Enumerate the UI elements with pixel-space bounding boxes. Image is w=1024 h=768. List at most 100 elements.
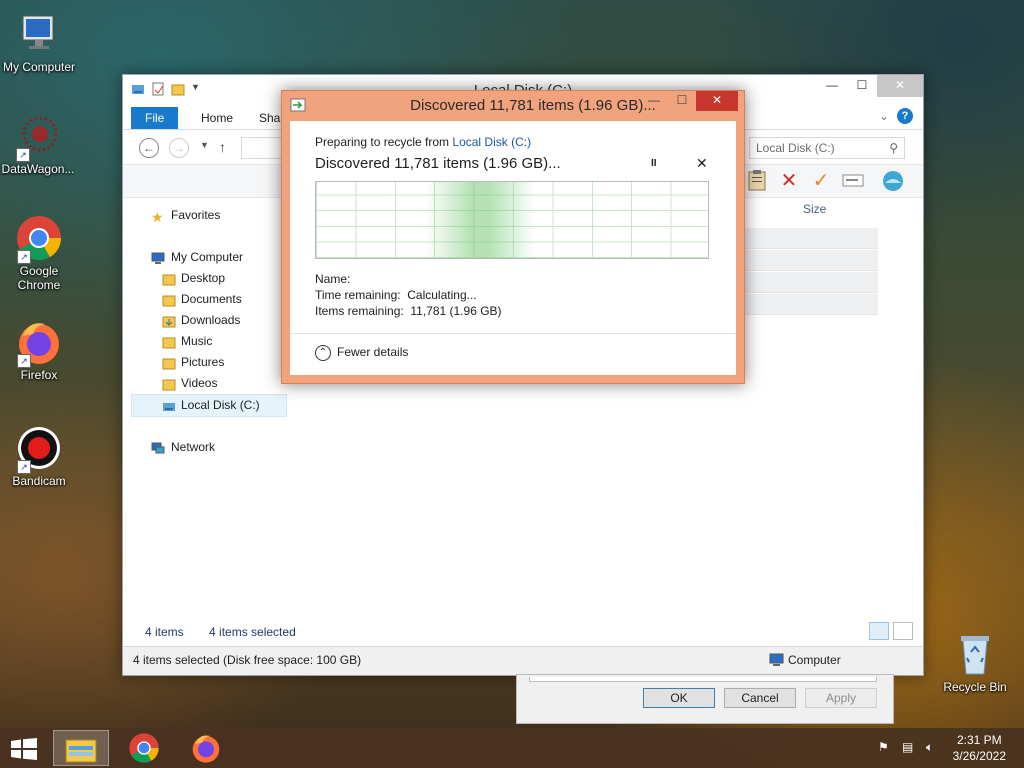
shortcut-arrow-icon: ↗	[17, 354, 31, 368]
progress-heading: Discovered 11,781 items (1.96 GB)...	[315, 155, 561, 172]
maximize-button[interactable]: ☐	[668, 91, 696, 111]
desktop-icon-label: Recycle Bin	[943, 680, 1007, 694]
view-buttons	[869, 622, 913, 640]
paste-icon[interactable]	[745, 169, 769, 193]
nav-label: Downloads	[181, 313, 241, 327]
clock[interactable]: 2:31 PM 3/26/2022	[953, 732, 1006, 764]
minimize-button[interactable]: —	[817, 75, 847, 97]
dialog-titlebar[interactable]: Discovered 11,781 items (1.96 GB)... — ☐…	[282, 91, 744, 119]
chrome-icon: ↗	[15, 214, 63, 264]
nav-my-computer[interactable]: My Computer	[131, 247, 291, 268]
taskbar-file-explorer[interactable]	[53, 730, 109, 766]
nav-favorites[interactable]: ★ Favorites	[131, 205, 291, 226]
search-input[interactable]: Local Disk (C:) ⚲	[749, 137, 905, 159]
taskbar-firefox[interactable]	[178, 730, 234, 766]
tab-home[interactable]: Home	[187, 107, 247, 129]
text-field	[529, 677, 877, 682]
status-bar: 4 items selected (Disk free space: 100 G…	[123, 646, 923, 675]
nav-videos[interactable]: Videos	[131, 373, 291, 394]
rename-icon[interactable]	[841, 169, 865, 193]
desktop-icon-label: Google Chrome	[17, 264, 61, 292]
minimize-button[interactable]: —	[640, 91, 668, 111]
table-row[interactable]	[745, 294, 878, 315]
fewer-details-label: Fewer details	[337, 345, 409, 360]
nav-label: My Computer	[171, 250, 244, 264]
chevron-up-icon: ⌃	[315, 345, 331, 361]
nav-label: Local Disk (C:)	[181, 398, 260, 412]
desktop-icon-bandicam[interactable]: ↗ Bandicam	[1, 424, 77, 488]
nav-desktop[interactable]: Desktop	[131, 268, 291, 289]
fewer-details-button[interactable]: ⌃ Fewer details	[315, 345, 408, 361]
desktop-icon-firefox[interactable]: ↗ Firefox	[1, 318, 77, 382]
folder-icon	[162, 335, 176, 349]
tab-file[interactable]: File	[131, 107, 179, 129]
start-button[interactable]	[10, 738, 38, 760]
clock-time: 2:31 PM	[956, 733, 1002, 747]
search-icon: ⚲	[889, 141, 898, 155]
nav-network[interactable]: Network	[131, 437, 291, 458]
recycle-bin-icon	[951, 630, 999, 678]
help-icon[interactable]: ?	[897, 108, 913, 124]
desktop-icon-chrome[interactable]: ↗ Google Chrome	[1, 214, 77, 292]
nav-label: Pictures	[181, 355, 225, 369]
nav-label: Desktop	[181, 271, 226, 285]
up-arrow-icon[interactable]: ↑	[219, 139, 226, 155]
computer-icon	[151, 251, 165, 264]
ok-button[interactable]: OK	[643, 688, 715, 708]
maximize-button[interactable]: ☐	[847, 75, 877, 97]
details-view-icon[interactable]	[869, 622, 889, 640]
recent-locations-icon[interactable]: ▼	[200, 140, 209, 150]
nav-downloads[interactable]: Downloads	[131, 310, 291, 331]
close-button[interactable]: ✕	[877, 75, 923, 97]
check-icon[interactable]: ✓	[809, 169, 833, 193]
network-status-icon[interactable]: ▤	[902, 740, 918, 756]
system-tray: ⚑ ▤ 🔈︎ 2:31 PM 3/26/2022	[864, 728, 1024, 768]
table-row[interactable]	[745, 228, 878, 249]
volume-muted-icon[interactable]: 🔈︎	[926, 740, 942, 756]
desktop-icon-my-computer[interactable]: My Computer	[1, 10, 77, 74]
table-row[interactable]	[745, 250, 878, 271]
nav-label: Videos	[181, 376, 218, 390]
table-row[interactable]	[745, 272, 878, 293]
forward-button[interactable]: →	[169, 138, 189, 158]
clock-date: 3/26/2022	[952, 749, 1006, 763]
close-button[interactable]: ✕	[696, 91, 738, 111]
delete-icon[interactable]: ✕	[777, 169, 801, 193]
taskbar-chrome[interactable]	[116, 730, 172, 766]
download-folder-icon	[162, 314, 176, 328]
address-bar[interactable]	[241, 137, 281, 159]
chevron-down-icon[interactable]: ⌄	[879, 109, 889, 123]
divider	[290, 333, 736, 334]
column-header-size[interactable]: Size	[803, 202, 826, 216]
pause-button[interactable]: II	[651, 158, 657, 169]
file-list	[745, 228, 878, 316]
recycle-progress-dialog[interactable]: Discovered 11,781 items (1.96 GB)... — ☐…	[281, 90, 745, 384]
computer-icon	[15, 10, 63, 58]
nav-label: Music	[181, 334, 213, 348]
nav-music[interactable]: Music	[131, 331, 291, 352]
large-icons-view-icon[interactable]	[893, 622, 913, 640]
status-text: 4 items selected (Disk free space: 100 G…	[133, 653, 362, 667]
star-icon: ★	[151, 209, 164, 225]
apply-button[interactable]: Apply	[805, 688, 877, 708]
items-remaining: Items remaining: 11,781 (1.96 GB)	[315, 304, 502, 318]
desktop-icon-label: Bandicam	[12, 474, 66, 488]
preparing-prefix: Preparing to recycle from	[315, 135, 453, 149]
windows-logo-icon	[11, 738, 37, 760]
source-link[interactable]: Local Disk (C:)	[452, 135, 531, 149]
network-icon	[151, 441, 165, 454]
status-line: 4 items 4 items selected	[145, 625, 296, 639]
nav-documents[interactable]: Documents	[131, 289, 291, 310]
datawagon-icon: ↗	[14, 112, 62, 162]
nav-local-disk[interactable]: Local Disk (C:)	[131, 394, 287, 417]
stop-button[interactable]: ✕	[696, 155, 708, 172]
desktop-icon-recycle-bin[interactable]: Recycle Bin	[937, 630, 1013, 694]
folder-icon	[162, 272, 176, 286]
cancel-button[interactable]: Cancel	[724, 688, 796, 708]
globe-icon[interactable]	[881, 169, 905, 193]
properties-dialog[interactable]: OK Cancel Apply	[516, 674, 894, 724]
desktop-icon-datawagon[interactable]: ↗ DataWagon...	[0, 112, 76, 176]
nav-pictures[interactable]: Pictures	[131, 352, 291, 373]
back-button[interactable]: ←	[139, 138, 159, 158]
flag-icon[interactable]: ⚑	[878, 740, 894, 756]
